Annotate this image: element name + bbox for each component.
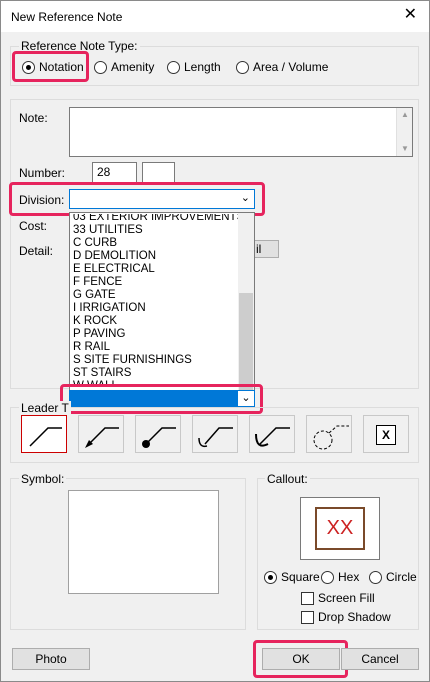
radio-circle-label: Circle — [386, 570, 417, 584]
leader-label: Leader T — [19, 401, 71, 415]
leader-hook-button[interactable] — [192, 415, 238, 453]
radio-area-volume-label: Area / Volume — [253, 60, 329, 74]
drop-shadow-box[interactable] — [301, 610, 314, 624]
radio-hex[interactable]: Hex — [321, 570, 359, 584]
leader-hook-icon — [198, 427, 233, 448]
dropdown-option[interactable]: S SITE FURNISHINGS — [73, 354, 192, 367]
radio-amenity-label: Amenity — [111, 60, 155, 74]
title-bar: New Reference Note ✕ — [1, 1, 429, 32]
leader-curve-button[interactable] — [249, 415, 295, 453]
dropdown-option[interactable]: ST STAIRS — [73, 367, 131, 380]
dropdown-option[interactable]: R RAIL — [73, 341, 110, 354]
leader-circle-button[interactable] — [306, 415, 352, 453]
scroll-up-icon[interactable]: ▲ — [401, 110, 409, 119]
cancel-button[interactable]: Cancel — [341, 648, 419, 670]
window-title: New Reference Note — [11, 10, 123, 24]
radio-length[interactable]: Length — [167, 60, 221, 74]
number-suffix-field[interactable] — [142, 162, 175, 183]
radio-length-label: Length — [184, 60, 221, 74]
dropdown-option[interactable]: 33 UTILITIES — [73, 224, 143, 237]
leader-dot-button[interactable] — [135, 415, 181, 453]
dropdown-option[interactable]: D DEMOLITION — [73, 250, 156, 263]
dropdown-option[interactable]: P PAVING — [73, 328, 125, 341]
radio-square-circle[interactable] — [264, 570, 277, 584]
cost-label: Cost: — [19, 219, 48, 233]
dropdown-option[interactable]: C CURB — [73, 237, 117, 250]
note-field[interactable]: ▲ ▼ — [69, 107, 413, 157]
radio-hex-circle[interactable] — [321, 570, 334, 584]
ok-button[interactable]: OK — [262, 648, 340, 670]
note-scrollbar[interactable]: ▲ ▼ — [396, 108, 412, 156]
radio-hex-label: Hex — [338, 570, 360, 584]
division-dropdown-list[interactable]: 03 EXTERIOR IMPROVEMENTS 33 UTILITIES C … — [69, 212, 255, 400]
detail-button-label: il — [256, 242, 262, 256]
leader-box-glyph: X — [381, 428, 390, 442]
radio-square[interactable]: Square — [264, 570, 320, 584]
division-combo[interactable]: ⌄ — [69, 189, 255, 209]
note-label: Note: — [19, 111, 48, 125]
radio-amenity[interactable]: Amenity — [94, 60, 154, 74]
dropdown-option[interactable]: K ROCK — [73, 315, 117, 328]
radio-area-volume-circle[interactable] — [236, 60, 249, 74]
leader-line-icon — [29, 427, 62, 447]
leader-curve-icon — [255, 427, 290, 447]
division-selected-combo[interactable]: ⌄ — [69, 390, 255, 407]
radio-notation-label: Notation — [39, 60, 84, 74]
dropdown-option[interactable]: G GATE — [73, 289, 116, 302]
reference-note-dialog: New Reference Note ✕ Reference Note Type… — [0, 0, 430, 682]
dropdown-scrollbar[interactable] — [238, 213, 254, 399]
ok-button-label: OK — [292, 652, 310, 666]
dropdown-option[interactable]: I IRRIGATION — [73, 302, 146, 315]
dropdown-option[interactable]: 03 EXTERIOR IMPROVEMENTS — [73, 214, 244, 224]
leader-box-button[interactable]: X — [363, 415, 409, 453]
photo-button-label: Photo — [35, 652, 67, 666]
radio-notation-circle[interactable] — [22, 60, 35, 74]
callout-preview-text: XX — [326, 517, 354, 539]
radio-square-label: Square — [281, 570, 320, 584]
radio-area-volume[interactable]: Area / Volume — [236, 60, 328, 74]
radio-circle[interactable]: Circle — [369, 570, 417, 584]
scroll-down-icon[interactable]: ▼ — [401, 144, 409, 153]
callout-preview: XX — [300, 497, 380, 560]
radio-notation[interactable]: Notation — [22, 60, 84, 74]
leader-circle-icon — [313, 425, 349, 450]
dropdown-option[interactable]: E ELECTRICAL — [73, 263, 155, 276]
detail-label: Detail: — [19, 244, 54, 258]
note-type-label: Reference Note Type: — [19, 39, 140, 53]
dropdown-option[interactable]: F FENCE — [73, 276, 122, 289]
callout-preview-box: XX — [315, 507, 365, 550]
drop-shadow-checkbox[interactable]: Drop Shadow — [301, 610, 391, 624]
cancel-button-label: Cancel — [361, 652, 399, 666]
leader-dot-icon — [142, 427, 176, 448]
leader-arrow-icon — [85, 427, 119, 448]
photo-button[interactable]: Photo — [12, 648, 90, 670]
leader-line-button[interactable] — [21, 415, 67, 453]
division-label: Division: — [19, 193, 65, 207]
radio-amenity-circle[interactable] — [94, 60, 107, 74]
callout-label: Callout: — [265, 472, 310, 486]
symbol-label: Symbol: — [19, 472, 67, 486]
number-field[interactable]: 28 — [92, 162, 137, 183]
chevron-down-icon[interactable]: ⌄ — [238, 391, 254, 406]
chevron-down-icon[interactable]: ⌄ — [241, 191, 250, 204]
screen-fill-checkbox[interactable]: Screen Fill — [301, 591, 375, 605]
radio-circle-circle[interactable] — [369, 570, 382, 584]
close-icon[interactable]: ✕ — [404, 7, 417, 23]
screen-fill-box[interactable] — [301, 591, 314, 605]
screen-fill-label: Screen Fill — [318, 591, 375, 605]
leader-arrow-button[interactable] — [78, 415, 124, 453]
detail-button[interactable]: il — [251, 240, 279, 258]
leader-box-icon: X — [376, 425, 396, 445]
number-label: Number: — [19, 166, 66, 180]
radio-length-circle[interactable] — [167, 60, 180, 74]
symbol-preview[interactable] — [68, 490, 219, 594]
dropdown-scroll-thumb[interactable] — [239, 293, 253, 397]
drop-shadow-label: Drop Shadow — [318, 610, 391, 624]
